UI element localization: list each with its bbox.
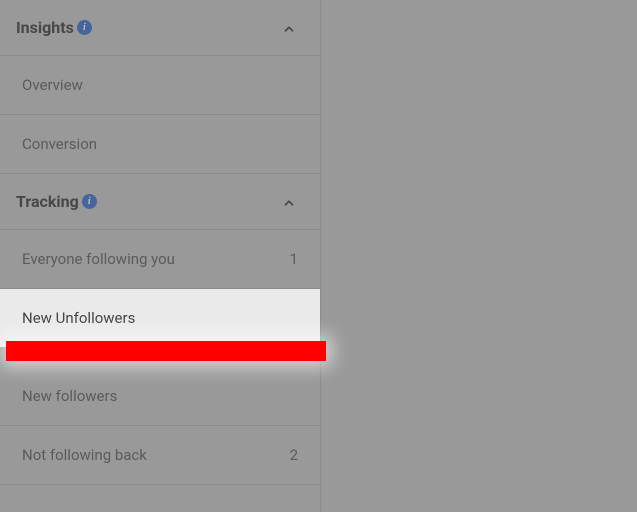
sidebar-item-label: Everyone following you	[22, 250, 175, 268]
chevron-up-icon	[282, 195, 296, 209]
sidebar-item-new-followers[interactable]: New followers	[0, 367, 320, 426]
section-title: Insights	[16, 18, 74, 37]
sidebar-item-overview[interactable]: Overview	[0, 55, 320, 115]
info-icon[interactable]: i	[77, 20, 92, 35]
highlight-wrapper: New Unfollowers	[0, 289, 320, 367]
sidebar-item-conversion[interactable]: Conversion	[0, 115, 320, 174]
info-icon[interactable]: i	[82, 194, 97, 209]
sidebar-item-everyone-following[interactable]: Everyone following you 1	[0, 229, 320, 289]
sidebar-item-count: 2	[290, 446, 298, 464]
sidebar-item-label: New followers	[22, 387, 117, 405]
section-header-insights[interactable]: Insights i	[0, 0, 320, 55]
section-title: Tracking	[16, 192, 79, 211]
sidebar-item-count: 1	[290, 250, 298, 268]
sidebar: Insights i Overview Conversion Tracking …	[0, 0, 321, 512]
sidebar-item-label: Conversion	[22, 135, 97, 153]
chevron-up-icon	[282, 21, 296, 35]
section-header-tracking[interactable]: Tracking i	[0, 174, 320, 229]
sidebar-item-label: Overview	[22, 76, 83, 94]
sidebar-item-label: New Unfollowers	[22, 309, 135, 327]
sidebar-item-label: Not following back	[22, 446, 147, 464]
sidebar-item-new-unfollowers[interactable]: New Unfollowers	[0, 289, 320, 347]
sidebar-item-not-following-back[interactable]: Not following back 2	[0, 426, 320, 485]
